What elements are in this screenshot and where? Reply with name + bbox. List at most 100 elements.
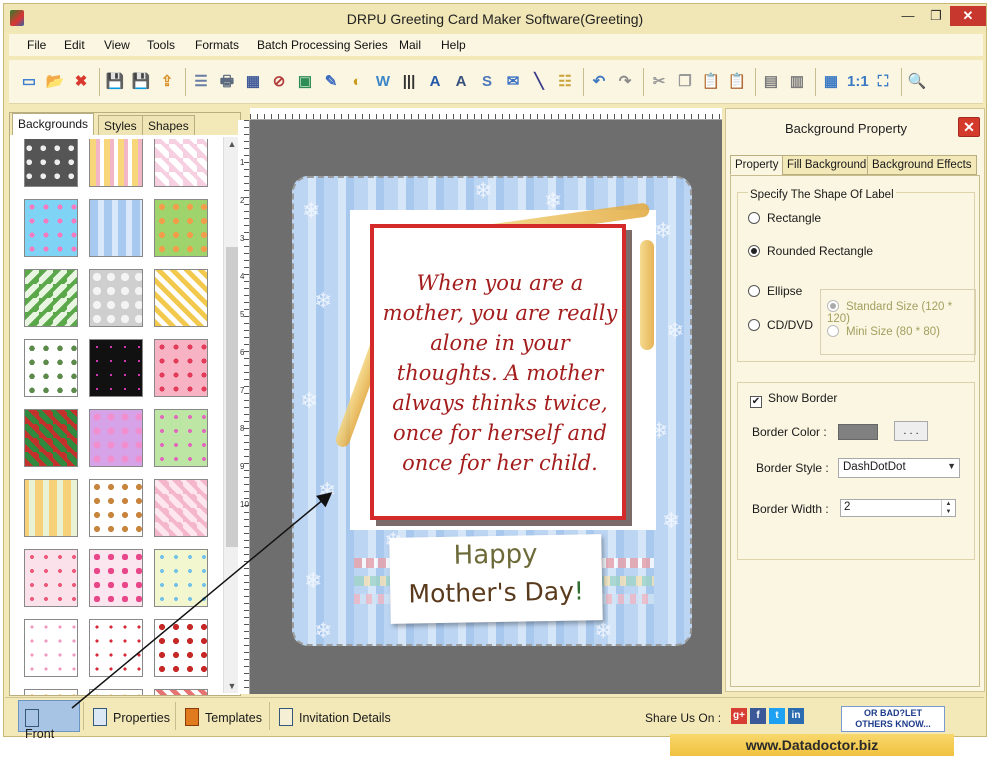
background-thumbnail[interactable] bbox=[24, 199, 78, 257]
menu-file[interactable]: File bbox=[27, 38, 46, 52]
shape-icon[interactable]: ◐ bbox=[347, 72, 367, 92]
signature-icon[interactable]: S bbox=[477, 72, 497, 92]
menu-edit[interactable]: Edit bbox=[64, 38, 85, 52]
tab-background-effects[interactable]: Background Effects bbox=[867, 155, 977, 175]
greeting-label[interactable]: Happy Mother's Day! bbox=[389, 534, 603, 624]
background-thumbnail[interactable] bbox=[154, 479, 208, 537]
quote-frame[interactable]: When you are a mother, you are really al… bbox=[333, 202, 656, 530]
scroll-thumb[interactable] bbox=[226, 247, 238, 547]
tab-property[interactable]: Property bbox=[730, 155, 784, 175]
background-thumbnail[interactable] bbox=[24, 619, 78, 677]
background-thumbnail[interactable] bbox=[154, 339, 208, 397]
pen-icon[interactable]: ✎ bbox=[321, 72, 341, 92]
print-icon[interactable]: 🖶 bbox=[217, 72, 237, 92]
design-canvas[interactable]: ❄❄❄❄❄❄❄❄❄❄❄❄❄❄ When you are a mother, yo… bbox=[250, 120, 722, 694]
delete-icon[interactable]: ⊘ bbox=[269, 72, 289, 92]
minimize-button[interactable]: — bbox=[894, 6, 922, 26]
background-thumbnail[interactable] bbox=[24, 689, 78, 695]
border-color-swatch[interactable] bbox=[838, 424, 878, 440]
tab-front[interactable]: Front bbox=[18, 700, 80, 741]
tab-properties[interactable]: Properties bbox=[87, 700, 176, 732]
close-window-button[interactable]: ✕ bbox=[950, 6, 986, 26]
paste-icon[interactable]: 📋 bbox=[701, 72, 721, 92]
spinner-arrows-icon[interactable]: ▲ ▼ bbox=[941, 500, 955, 516]
database-icon[interactable]: ☷ bbox=[555, 72, 575, 92]
open-icon[interactable]: 📂 bbox=[45, 72, 65, 92]
radio-rounded-rectangle[interactable]: Rounded Rectangle bbox=[748, 244, 873, 258]
tab-invitation-details[interactable]: Invitation Details bbox=[273, 700, 397, 732]
actual-size-icon[interactable]: 1:1 bbox=[847, 72, 869, 92]
export-icon[interactable]: ⇪ bbox=[157, 72, 177, 92]
menu-formats[interactable]: Formats bbox=[195, 38, 239, 52]
background-thumbnail[interactable] bbox=[154, 139, 208, 187]
fit-icon[interactable]: ⛶ bbox=[873, 72, 893, 92]
background-thumbnail[interactable] bbox=[154, 269, 208, 327]
background-thumbnail[interactable] bbox=[24, 479, 78, 537]
copy-icon[interactable]: ❐ bbox=[675, 72, 695, 92]
background-thumbnail[interactable] bbox=[89, 689, 143, 695]
radio-cd-dvd[interactable]: CD/DVD bbox=[748, 318, 813, 332]
menu-view[interactable]: View bbox=[104, 38, 130, 52]
redo-icon[interactable]: ↷ bbox=[615, 72, 635, 92]
background-thumbnail[interactable] bbox=[154, 199, 208, 257]
save-as-icon[interactable]: 💾 bbox=[131, 72, 151, 92]
tab-templates[interactable]: Templates bbox=[179, 700, 268, 732]
linkedin-icon[interactable]: in bbox=[788, 708, 804, 724]
new-icon[interactable]: ▭ bbox=[19, 72, 39, 92]
background-thumbnail[interactable] bbox=[24, 139, 78, 187]
tab-backgrounds[interactable]: Backgrounds bbox=[12, 113, 95, 135]
border-color-button[interactable]: . . . bbox=[894, 421, 928, 441]
background-thumbnail[interactable] bbox=[154, 409, 208, 467]
border-style-select[interactable]: DashDotDot ▼ bbox=[838, 458, 960, 478]
background-thumbnail[interactable] bbox=[89, 619, 143, 677]
radio-ellipse[interactable]: Ellipse bbox=[748, 284, 802, 298]
menu-mail[interactable]: Mail bbox=[399, 38, 421, 52]
greeting-card[interactable]: ❄❄❄❄❄❄❄❄❄❄❄❄❄❄ When you are a mother, yo… bbox=[292, 176, 692, 646]
background-thumbnail[interactable] bbox=[89, 199, 143, 257]
background-thumbnail[interactable] bbox=[89, 339, 143, 397]
line-icon[interactable]: ╲ bbox=[529, 72, 549, 92]
greeting-line-mothers-day[interactable]: Mother's Day! bbox=[390, 576, 602, 609]
menu-tools[interactable]: Tools bbox=[147, 38, 175, 52]
background-thumbnail[interactable] bbox=[154, 549, 208, 607]
save-icon[interactable]: 💾 bbox=[105, 72, 125, 92]
maximize-button[interactable]: ❐ bbox=[922, 6, 950, 26]
facebook-icon[interactable]: f bbox=[750, 708, 766, 724]
barcode-icon[interactable]: ||| bbox=[399, 72, 419, 92]
grid-icon[interactable]: ▦ bbox=[821, 72, 841, 92]
email-icon[interactable]: ✉ bbox=[503, 72, 523, 92]
text-style-icon[interactable]: A bbox=[451, 72, 471, 92]
website-url[interactable]: www.Datadoctor.biz bbox=[670, 734, 954, 756]
cut-icon[interactable]: ✂ bbox=[649, 72, 669, 92]
send-back-icon[interactable]: ▥ bbox=[787, 72, 807, 92]
tab-fill-background[interactable]: Fill Background bbox=[782, 155, 872, 175]
greeting-line-happy[interactable]: Happy bbox=[389, 538, 601, 572]
text-icon[interactable]: A bbox=[425, 72, 445, 92]
quote-text[interactable]: When you are a mother, you are really al… bbox=[378, 268, 622, 478]
undo-icon[interactable]: ↶ bbox=[589, 72, 609, 92]
bring-front-icon[interactable]: ▤ bbox=[761, 72, 781, 92]
menu-batch-processing[interactable]: Batch Processing Series bbox=[257, 38, 388, 52]
image-icon[interactable]: ▣ bbox=[295, 72, 315, 92]
background-thumbnail[interactable] bbox=[24, 409, 78, 467]
panel-close-button[interactable]: ✕ bbox=[958, 117, 980, 137]
zoom-icon[interactable]: 🔍 bbox=[907, 72, 927, 92]
background-thumbnail[interactable] bbox=[89, 409, 143, 467]
background-thumbnail[interactable] bbox=[89, 269, 143, 327]
wordart-icon[interactable]: W bbox=[373, 72, 393, 92]
tab-styles[interactable]: Styles bbox=[98, 115, 143, 135]
twitter-icon[interactable]: t bbox=[769, 708, 785, 724]
properties-icon[interactable]: ☰ bbox=[191, 72, 211, 92]
feedback-banner[interactable]: OR BAD?LET OTHERS KNOW... bbox=[841, 706, 945, 732]
background-thumbnail[interactable] bbox=[89, 139, 143, 187]
google-plus-icon[interactable]: g+ bbox=[731, 708, 747, 724]
border-width-spinner[interactable]: 2 ▲ ▼ bbox=[840, 499, 956, 517]
background-thumbnail[interactable] bbox=[24, 339, 78, 397]
close-doc-icon[interactable]: ✖ bbox=[71, 72, 91, 92]
background-thumbnail[interactable] bbox=[89, 549, 143, 607]
thumbnail-scrollbar[interactable]: ▲ ▼ bbox=[223, 137, 239, 693]
tab-shapes[interactable]: Shapes bbox=[142, 115, 195, 135]
print-preview-icon[interactable]: ▦ bbox=[243, 72, 263, 92]
background-thumbnail[interactable] bbox=[24, 269, 78, 327]
radio-rectangle[interactable]: Rectangle bbox=[748, 211, 821, 225]
